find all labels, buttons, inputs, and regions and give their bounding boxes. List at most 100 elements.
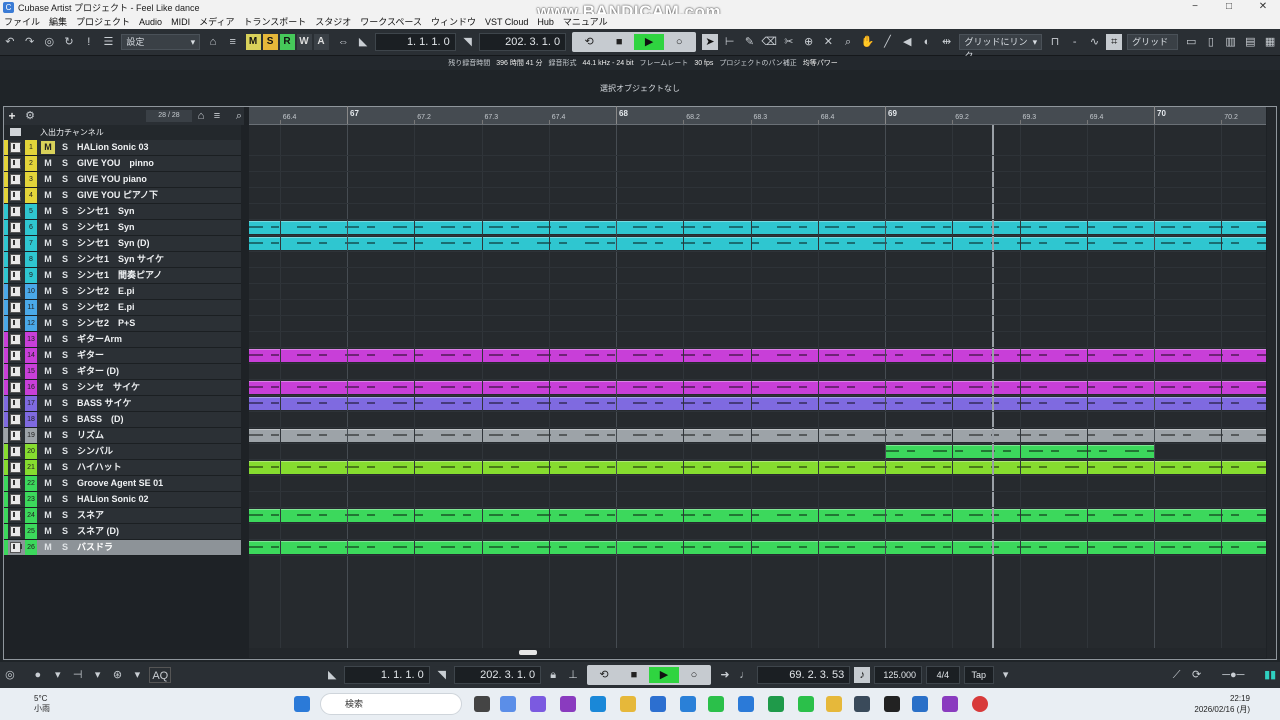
mute-button[interactable]: M [41,477,55,490]
track-name[interactable]: シンバル [77,444,113,459]
track-row[interactable]: 10 M S シンセ2 E.pi [4,284,241,300]
note-icon[interactable]: ♩ [737,667,753,683]
chevron-down-icon[interactable]: ▾ [50,667,66,683]
solo-button[interactable]: S [58,541,72,554]
solo-button[interactable]: S [58,173,72,186]
track-name[interactable]: BASS サイケ [77,396,132,411]
mute-button[interactable]: M [41,461,55,474]
draw-icon[interactable]: ✎ [742,34,758,50]
taskbar-clock[interactable]: 22:19 2026/02/16 (月) [1194,693,1250,715]
maximize-icon[interactable]: □ [1212,0,1246,14]
solo-button[interactable]: S [58,525,72,538]
track-row[interactable]: 6 M S シンセ1 Syn [4,220,241,236]
close-icon[interactable]: ✕ [1246,0,1280,14]
menu-item[interactable]: トランスポート [243,15,306,28]
excel-icon[interactable] [768,696,784,712]
mute-button[interactable]: M [41,317,55,330]
midi-part[interactable] [249,541,1266,554]
solo-button[interactable]: S [58,381,72,394]
return-icon[interactable]: ➜ [717,667,733,683]
settings-sliders-icon[interactable]: ☰ [101,34,117,50]
zoom-icon[interactable]: ⌕ [840,34,856,50]
menu-item[interactable]: Hub [537,17,554,27]
track-row[interactable]: 19 M S リズム [4,428,241,444]
write-all-button[interactable]: W [296,34,312,50]
track-row[interactable]: 16 M S シンセ サイケ [4,380,241,396]
track-row[interactable]: 24 M S スネア [4,508,241,524]
record-icon[interactable]: ○ [679,667,709,683]
solo-button[interactable]: S [58,509,72,522]
mute-button[interactable]: M [41,141,55,154]
solo-button[interactable]: S [58,205,72,218]
snap-mode-select[interactable]: グリッドにリンク ▾ [959,34,1043,61]
grid-select[interactable]: グリッド [1127,34,1179,50]
taskbar-search[interactable]: 検索 [320,693,462,715]
store-icon[interactable] [650,696,666,712]
solo-button[interactable]: S [58,189,72,202]
mute-all-button[interactable]: M [245,34,261,50]
mute-button[interactable]: M [41,525,55,538]
midi-part[interactable] [249,221,1266,234]
mute-button[interactable]: M [41,541,55,554]
track-row[interactable]: 7 M S シンセ1 Syn (D) [4,236,241,252]
track-row[interactable]: 9 M S シンセ1 間奏ピアノ [4,268,241,284]
track-row[interactable]: 5 M S シンセ1 Syn [4,204,241,220]
track-name[interactable]: スネア [77,508,104,523]
zoom-slider[interactable]: ─●─ [1209,667,1259,683]
video-app-icon[interactable] [942,696,958,712]
track-row[interactable]: 3 M S GIVE YOU piano [4,172,241,188]
solo-button[interactable]: S [58,477,72,490]
right-locator-icon[interactable]: ◥ [434,667,450,683]
menu-item[interactable]: メディア [199,15,234,28]
cycle-icon[interactable]: ⟲ [589,667,619,683]
line-icon[interactable]: ╱ [880,34,896,50]
solo-button[interactable]: S [58,157,72,170]
track-row[interactable]: 1 M S HALion Sonic 03 [4,140,241,156]
mute-button[interactable]: M [41,173,55,186]
track-name[interactable]: GIVE YOU pinno [77,156,154,171]
mute-button[interactable]: M [41,509,55,522]
timeline-ruler[interactable]: 67 68 69 70 66.4 67.2 67.3 67.4 68.2 68.3 68.4 69.2… [249,106,1266,125]
add-track-icon[interactable]: + [4,109,20,123]
amazon-icon[interactable] [884,696,900,712]
solo-button[interactable]: S [58,413,72,426]
track-row[interactable]: 8 M S シンセ1 Syn サイケ [4,252,241,268]
bandicam-icon[interactable] [972,696,988,712]
cubase-taskbar-icon[interactable] [854,696,870,712]
track-name[interactable]: シンセ2 E.pi [77,284,135,299]
punch-icon[interactable]: ⊣ [70,667,86,683]
track-row[interactable]: 15 M S ギター (D) [4,364,241,380]
window-layout-icon-2[interactable]: ▯ [1203,34,1219,50]
frame-rate-value[interactable]: 30 fps [694,60,713,67]
track-count[interactable]: 28 / 28 [146,110,192,122]
folder-track[interactable]: 入出力チャンネル [4,125,241,141]
play-tool-icon[interactable]: ◀ [899,34,915,50]
record-icon[interactable]: ○ [664,34,694,50]
autoscroll-icon[interactable]: ⇔ [336,34,352,50]
track-name[interactable]: シンセ サイケ [77,380,140,395]
search-icon[interactable]: ⌕ [231,108,247,124]
left-locator-icon[interactable]: ◣ [355,34,371,50]
mute-button[interactable]: M [41,157,55,170]
track-row[interactable]: 26 M S バスドラ [4,540,241,556]
track-name[interactable]: シンセ2 P+S [77,316,135,331]
solo-button[interactable]: S [58,317,72,330]
color-icon[interactable]: ◐ [919,34,935,50]
midi-part[interactable] [249,429,1266,442]
track-name[interactable]: シンセ1 Syn [77,204,135,219]
sync-icon[interactable]: ⟳ [1189,667,1205,683]
midi-part[interactable] [249,397,1266,410]
menu-item[interactable]: MIDI [171,17,190,27]
menu-item[interactable]: 編集 [49,15,67,28]
midi-part[interactable] [249,381,1266,394]
window-layout-icon-4[interactable]: ▤ [1242,34,1258,50]
left-locator-field[interactable]: 1. 1. 1. 0 [374,33,456,51]
menu-item[interactable]: マニュアル [563,15,608,28]
track-row[interactable]: 22 M S Groove Agent SE 01 [4,476,241,492]
mute-button[interactable]: M [41,269,55,282]
signature-field[interactable]: 4/4 [925,666,960,684]
arrange-area[interactable] [249,125,1266,650]
track-name[interactable]: ハイハット [77,460,122,475]
preset-select[interactable]: 設定 ▾ [121,34,201,50]
track-name[interactable]: スネア (D) [77,524,119,539]
